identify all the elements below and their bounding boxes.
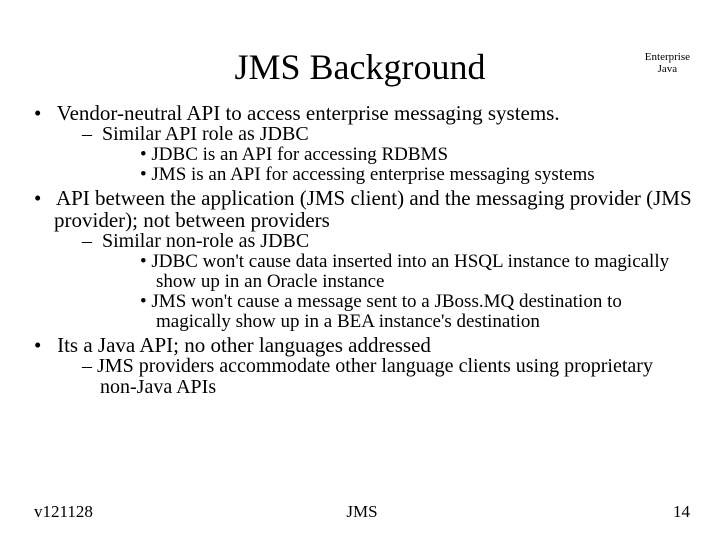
bullet-text: Similar API role as JDBC <box>102 123 309 145</box>
footer: v121128 JMS 14 <box>34 502 690 522</box>
bullet-text: JMS won't cause a message sent to a JBos… <box>151 291 621 332</box>
slide-title: JMS Background <box>0 46 720 88</box>
bullet-l2: JMS providers accommodate other language… <box>82 356 694 398</box>
footer-topic: JMS <box>34 502 690 522</box>
corner-line-2: Java <box>645 64 690 76</box>
corner-line-1: Enterprise <box>645 52 690 64</box>
bullet-l3: JMS is an API for accessing enterprise m… <box>140 165 694 185</box>
bullet-text: Vendor-neutral API to access enterprise … <box>57 101 560 125</box>
bullet-text: API between the application (JMS client)… <box>54 186 692 232</box>
bullet-l3: JDBC won't cause data inserted into an H… <box>140 252 694 292</box>
bullet-l1: API between the application (JMS client)… <box>34 187 694 332</box>
bullet-l1: Vendor-neutral API to access enterprise … <box>34 102 694 185</box>
slide: JMS Background Enterprise Java Vendor-ne… <box>0 0 720 540</box>
bullet-text: JMS is an API for accessing enterprise m… <box>151 164 594 185</box>
bullet-text: JMS providers accommodate other language… <box>97 355 653 398</box>
corner-label: Enterprise Java <box>645 52 690 75</box>
bullet-l2: Similar API role as JDBC JDBC is an API … <box>82 124 694 185</box>
bullet-l3: JMS won't cause a message sent to a JBos… <box>140 292 694 332</box>
bullet-text: JDBC is an API for accessing RDBMS <box>151 144 448 165</box>
bullet-text: Its a Java API; no other languages addre… <box>57 333 431 357</box>
slide-body: Vendor-neutral API to access enterprise … <box>34 100 694 398</box>
bullet-l3: JDBC is an API for accessing RDBMS <box>140 145 694 165</box>
bullet-text: Similar non-role as JDBC <box>102 230 309 252</box>
bullet-text: JDBC won't cause data inserted into an H… <box>151 251 669 292</box>
bullet-l1: Its a Java API; no other languages addre… <box>34 334 694 398</box>
bullet-l2: Similar non-role as JDBC JDBC won't caus… <box>82 231 694 332</box>
